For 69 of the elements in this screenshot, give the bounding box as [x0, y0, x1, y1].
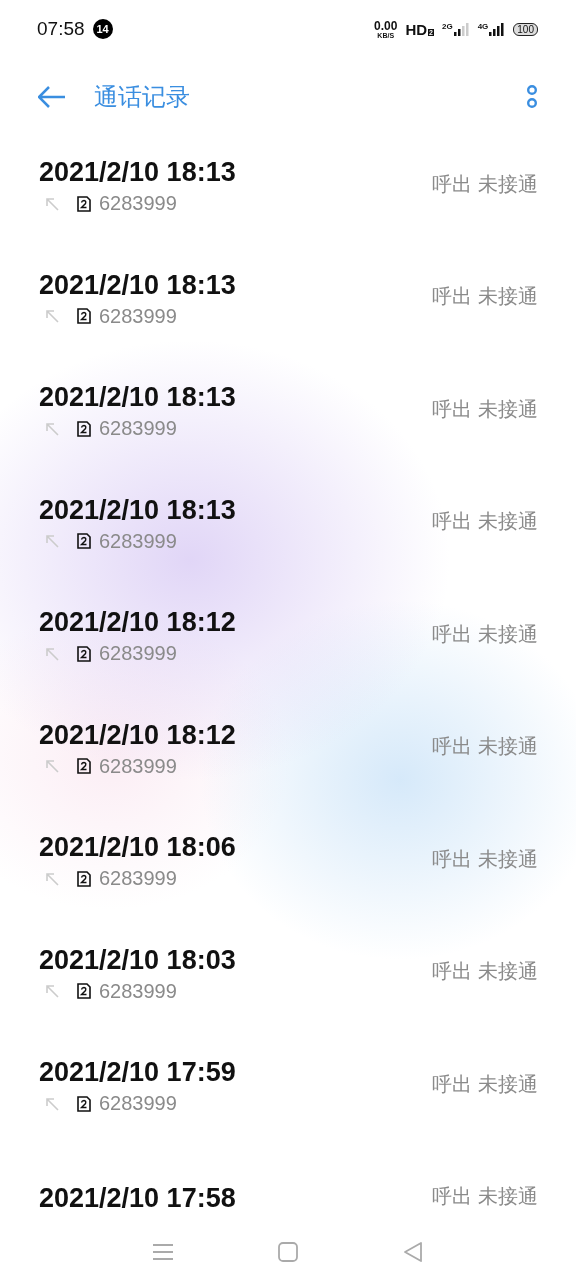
- network-type: 2G: [441, 22, 453, 31]
- outgoing-arrow-icon: [45, 871, 59, 886]
- sim-card-icon: [77, 533, 91, 550]
- call-status: 呼出 未接通: [432, 846, 538, 872]
- call-log-item[interactable]: 2021/2/10 17:59 6283999 呼出 未接通: [0, 1036, 576, 1149]
- call-datetime: 2021/2/10 18:13: [39, 382, 237, 414]
- outgoing-arrow-icon: [45, 646, 59, 661]
- call-log-item[interactable]: 2021/2/10 18:13 6283999 呼出 未接通: [0, 248, 576, 361]
- call-datetime: 2021/2/10 18:12: [39, 607, 237, 639]
- phone-number: 6283999: [99, 1092, 177, 1116]
- phone-number: 6283999: [99, 304, 177, 328]
- sim-card-icon: [77, 870, 91, 887]
- outgoing-arrow-icon: [45, 421, 59, 436]
- outgoing-arrow-icon: [45, 1096, 59, 1111]
- phone-number: 6283999: [99, 192, 177, 216]
- call-status: 呼出 未接通: [432, 171, 538, 197]
- call-log-item[interactable]: 2021/2/10 18:03 6283999 呼出 未接通: [0, 923, 576, 1036]
- clock-time: 07:58: [37, 18, 85, 40]
- battery-level: 100: [513, 22, 538, 36]
- notification-badge: 14: [92, 19, 113, 39]
- outgoing-arrow-icon: [45, 759, 59, 774]
- sim-card-icon: [77, 983, 91, 1000]
- call-status: 呼出 未接通: [432, 396, 538, 422]
- call-status: 呼出 未接通: [432, 509, 538, 535]
- call-log-item[interactable]: 2021/2/10 18:12 6283999 呼出 未接通: [0, 586, 576, 699]
- call-status: 呼出 未接通: [432, 959, 538, 985]
- outgoing-arrow-icon: [45, 984, 59, 999]
- phone-number: 6283999: [99, 867, 177, 891]
- call-log-item[interactable]: 2021/2/10 18:13 6283999 呼出 未接通: [0, 361, 576, 474]
- call-status: 呼出 未接通: [432, 621, 538, 647]
- phone-number: 6283999: [99, 642, 177, 666]
- call-datetime: 2021/2/10 18:13: [39, 494, 237, 526]
- call-status: 呼出 未接通: [432, 734, 538, 760]
- call-status: 呼出 未接通: [432, 1184, 538, 1210]
- call-log-item[interactable]: 2021/2/10 18:13 6283999 呼出 未接通: [0, 136, 576, 249]
- call-datetime: 2021/2/10 18:13: [39, 157, 237, 189]
- call-datetime: 2021/2/10 17:58: [39, 1183, 237, 1215]
- call-log-item[interactable]: 2021/2/10 18:06 6283999 呼出 未接通: [0, 811, 576, 924]
- page-title: 通话记录: [94, 82, 191, 112]
- outgoing-arrow-icon: [45, 196, 59, 211]
- call-datetime: 2021/2/10 18:06: [39, 832, 237, 864]
- sim-card-icon: [77, 195, 91, 212]
- signal-icon: [489, 22, 506, 36]
- call-datetime: 2021/2/10 17:59: [39, 1057, 237, 1089]
- outgoing-arrow-icon: [45, 309, 59, 324]
- menu-icon[interactable]: [152, 1243, 173, 1261]
- call-datetime: 2021/2/10 18:13: [39, 269, 237, 301]
- sim-card-icon: [77, 420, 91, 437]
- phone-number: 6283999: [99, 754, 177, 778]
- call-status: 呼出 未接通: [432, 1071, 538, 1097]
- call-datetime: 2021/2/10 18:03: [39, 944, 237, 976]
- more-options-icon[interactable]: [526, 85, 538, 109]
- call-status: 呼出 未接通: [432, 284, 538, 310]
- back-arrow-icon[interactable]: [38, 86, 66, 108]
- sim-card-icon: [77, 308, 91, 325]
- sim-card-icon: [77, 758, 91, 775]
- phone-number: 6283999: [99, 529, 177, 553]
- phone-number: 6283999: [99, 417, 177, 441]
- phone-number: 6283999: [99, 979, 177, 1003]
- signal-icon: [453, 22, 470, 36]
- sim-card-icon: [77, 645, 91, 662]
- call-log-item[interactable]: 2021/2/10 18:12 6283999 呼出 未接通: [0, 698, 576, 811]
- network-type: 4G: [477, 22, 489, 31]
- call-log-item[interactable]: 2021/2/10 18:13 6283999 呼出 未接通: [0, 473, 576, 586]
- call-datetime: 2021/2/10 18:12: [39, 719, 237, 751]
- back-triangle-icon[interactable]: [403, 1241, 424, 1263]
- outgoing-arrow-icon: [45, 534, 59, 549]
- home-square-icon[interactable]: [278, 1242, 298, 1262]
- sim-card-icon: [77, 1095, 91, 1112]
